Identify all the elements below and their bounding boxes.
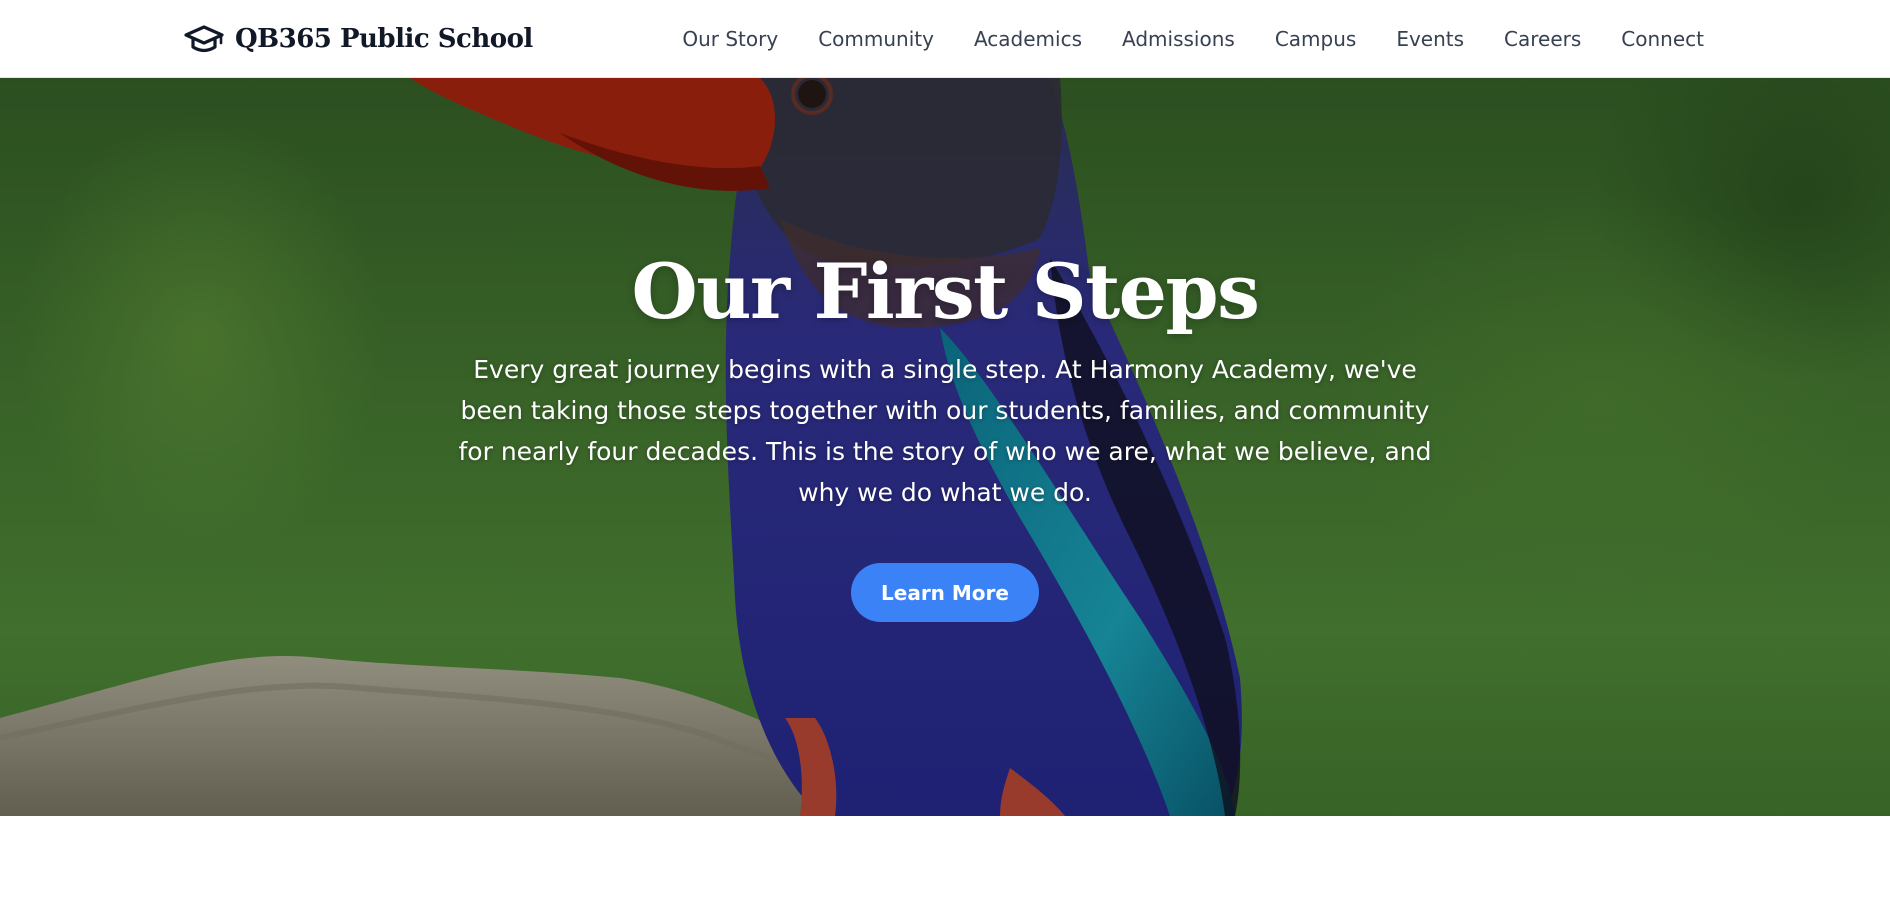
main-nav: Our Story Community Academics Admissions… (682, 0, 1704, 78)
nav-item-events[interactable]: Events (1396, 27, 1464, 51)
nav-item-academics[interactable]: Academics (974, 27, 1082, 51)
site-header: QB365 Public School Our Story Community … (0, 0, 1890, 78)
nav-item-admissions[interactable]: Admissions (1122, 27, 1235, 51)
brand-name: QB365 Public School (235, 24, 533, 54)
page-body-start (0, 816, 1890, 919)
nav-item-campus[interactable]: Campus (1275, 27, 1357, 51)
hero-section: Our First Steps Every great journey begi… (0, 78, 1890, 816)
graduation-cap-icon (184, 25, 224, 53)
nav-item-careers[interactable]: Careers (1504, 27, 1581, 51)
nav-item-connect[interactable]: Connect (1621, 27, 1704, 51)
nav-item-community[interactable]: Community (818, 27, 934, 51)
nav-item-our-story[interactable]: Our Story (682, 27, 778, 51)
hero-title: Our First Steps (631, 247, 1260, 336)
learn-more-button[interactable]: Learn More (851, 563, 1039, 623)
hero-description: Every great journey begins with a single… (458, 355, 1432, 508)
hero-content: Our First Steps Every great journey begi… (445, 247, 1445, 623)
brand-logo-link[interactable]: QB365 Public School (184, 0, 533, 78)
